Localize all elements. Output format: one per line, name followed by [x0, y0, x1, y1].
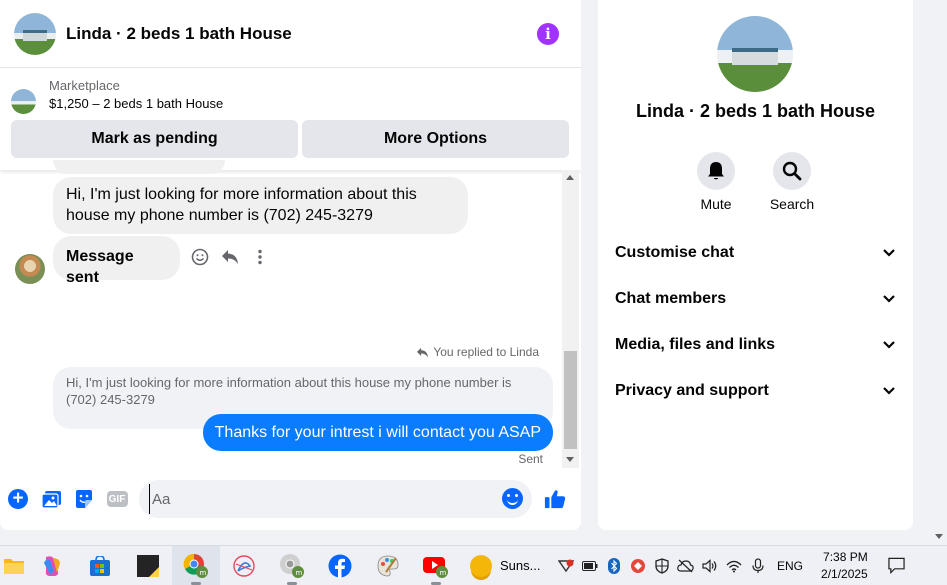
section-privacy-support[interactable]: Privacy and support: [598, 368, 913, 414]
paint-palette-icon[interactable]: [364, 546, 412, 585]
section-label: Customise chat: [615, 244, 735, 261]
details-avatar[interactable]: [717, 16, 793, 92]
search-label: Search: [769, 196, 815, 212]
section-customise-chat[interactable]: Customise chat: [598, 230, 913, 276]
section-label: Chat members: [615, 290, 727, 307]
wifi-icon[interactable]: [725, 557, 742, 574]
replied-note-text: You replied to Linda: [433, 345, 539, 359]
cloud-off-icon[interactable]: [677, 557, 694, 574]
more-vertical-icon[interactable]: [248, 245, 272, 269]
network-alert-icon[interactable]: [557, 557, 574, 574]
emoji-icon[interactable]: [502, 488, 523, 509]
security-icon[interactable]: [629, 557, 646, 574]
chat-panel: Linda · 2 beds 1 bath House i Marketplac…: [0, 0, 581, 530]
listing-thumbnail: [11, 89, 36, 114]
mute-action[interactable]: Mute: [696, 152, 736, 212]
clock[interactable]: 7:38 PM 2/1/2025: [821, 549, 868, 583]
listing-buttons: Mark as pending More Options: [0, 114, 581, 158]
chevron-down-icon: [883, 341, 895, 349]
quick-actions: Mute Search: [696, 152, 815, 212]
volume-icon[interactable]: [701, 557, 718, 574]
section-label: Privacy and support: [615, 382, 769, 399]
sun-icon: [470, 554, 492, 577]
sticker-icon[interactable]: [73, 488, 95, 510]
store-icon[interactable]: [76, 546, 124, 585]
svg-text:m: m: [296, 569, 303, 577]
section-chat-members[interactable]: Chat members: [598, 276, 913, 322]
copilot-icon[interactable]: [28, 546, 76, 585]
sent-status: Sent: [518, 452, 543, 466]
message-actions: [188, 245, 272, 269]
listing-source: Marketplace: [49, 78, 120, 93]
photo-icon[interactable]: [40, 488, 62, 510]
shield-icon[interactable]: [653, 557, 670, 574]
listing-text: Marketplace $1,250 – 2 beds 1 bath House: [49, 77, 223, 114]
chat-title[interactable]: Linda · 2 beds 1 bath House: [66, 24, 537, 44]
weather-widget[interactable]: Suns...: [460, 554, 555, 577]
facebook-icon[interactable]: [316, 546, 364, 585]
composer: + GIF: [0, 476, 581, 522]
chat-header: Linda · 2 beds 1 bath House i: [0, 0, 581, 68]
page-scroll-down-arrow[interactable]: [935, 534, 943, 539]
reply-icon[interactable]: [218, 245, 242, 269]
system-tray: ENG: [557, 557, 803, 574]
notifications-icon[interactable]: [888, 557, 905, 574]
incoming-message[interactable]: Message sent: [53, 236, 180, 286]
scroll-down-arrow[interactable]: [566, 457, 574, 462]
section-media-files-links[interactable]: Media, files and links: [598, 322, 913, 368]
chevron-down-icon: [883, 387, 895, 395]
incoming-message[interactable]: Hi, I'm just looking for more informatio…: [53, 177, 468, 234]
message-input[interactable]: [149, 484, 489, 514]
outgoing-message[interactable]: Thanks for your intrest i will contact y…: [202, 414, 553, 451]
message-list: Hi, I'm just looking for more informatio…: [0, 160, 562, 468]
chevron-down-icon: [883, 295, 895, 303]
details-name: Linda · 2 beds 1 bath House: [635, 101, 876, 121]
bell-icon[interactable]: [697, 152, 735, 190]
add-icon[interactable]: +: [7, 488, 29, 510]
search-icon[interactable]: [773, 152, 811, 190]
previous-bubble-edge: [53, 160, 225, 174]
search-action[interactable]: Search: [769, 152, 815, 212]
details-panel: Linda · 2 beds 1 bath House Mute Search …: [598, 0, 913, 530]
file-explorer-icon[interactable]: [0, 546, 28, 585]
chrome-profile-icon[interactable]: m: [268, 546, 316, 585]
info-icon[interactable]: i: [537, 22, 559, 45]
mute-label: Mute: [700, 196, 732, 212]
more-options-button[interactable]: More Options: [302, 120, 569, 158]
mark-as-pending-button[interactable]: Mark as pending: [11, 120, 298, 158]
scroll-thumb[interactable]: [564, 351, 577, 449]
details-sections: Customise chat Chat members Media, files…: [598, 230, 913, 414]
clock-date: 2/1/2025: [821, 566, 868, 581]
youtube-profile-icon[interactable]: m: [412, 546, 460, 585]
paint-app-icon[interactable]: [220, 546, 268, 585]
gif-icon[interactable]: GIF: [106, 488, 128, 510]
like-icon[interactable]: [544, 488, 566, 510]
contact-avatar[interactable]: [14, 12, 56, 55]
bluetooth-icon[interactable]: [605, 557, 622, 574]
svg-text:m: m: [440, 569, 447, 577]
svg-text:m: m: [200, 569, 207, 577]
listing-card[interactable]: Marketplace $1,250 – 2 beds 1 bath House: [0, 68, 581, 114]
sender-avatar[interactable]: [15, 254, 45, 284]
reply-icon: [417, 347, 429, 357]
microphone-icon[interactable]: [749, 557, 766, 574]
message-input-wrapper: [139, 480, 532, 518]
clock-time: 7:38 PM: [823, 549, 868, 564]
react-icon[interactable]: [188, 245, 212, 269]
weather-label: Suns...: [500, 558, 541, 573]
replied-note: You replied to Linda: [416, 345, 539, 359]
taskbar: m m m Suns... ENG 7:38 PM 2/1/2025: [0, 545, 947, 585]
message-scrollbar[interactable]: [562, 170, 579, 468]
listing-price-title: $1,250 – 2 beds 1 bath House: [49, 96, 224, 111]
section-label: Media, files and links: [615, 336, 776, 353]
scroll-up-arrow[interactable]: [566, 175, 574, 180]
sticky-notes-icon[interactable]: [124, 546, 172, 585]
chrome-profile-icon[interactable]: m: [172, 545, 220, 585]
battery-icon[interactable]: [581, 557, 598, 574]
chevron-down-icon: [883, 249, 895, 257]
language-indicator[interactable]: ENG: [777, 559, 803, 573]
